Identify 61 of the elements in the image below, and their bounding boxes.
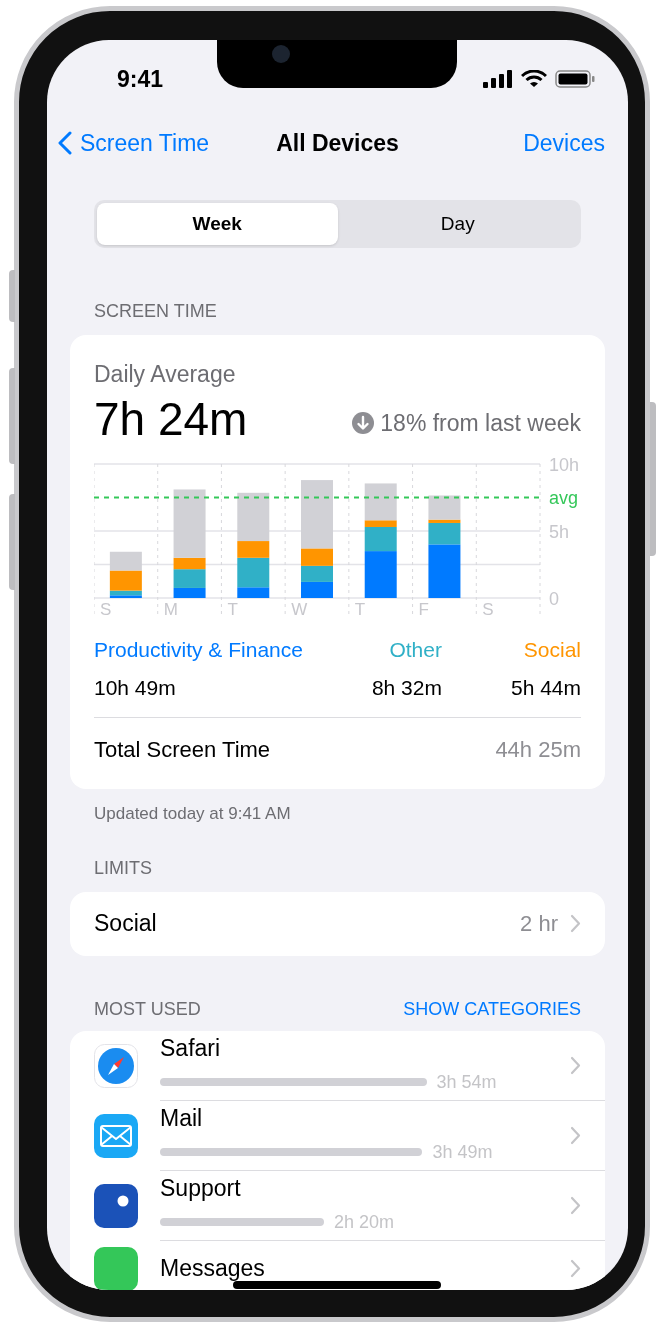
legend-label: Productivity & Finance [94, 637, 303, 663]
legend-value: 10h 49m [94, 674, 176, 701]
app-row[interactable]: Mail 3h 49m [94, 1100, 605, 1171]
devices-button[interactable]: Devices [523, 125, 617, 161]
bar-segment [109, 551, 142, 571]
section-header: SCREEN TIME [94, 300, 217, 323]
legend-label: Social [523, 637, 581, 663]
battery-icon [555, 70, 595, 88]
signal-icon [483, 70, 513, 88]
chevron-icon [570, 914, 581, 933]
y-axis-label: 10h [549, 456, 580, 475]
daily-average-value: 7h 24m [94, 396, 248, 442]
usage-time: 2h 20m [334, 1210, 395, 1234]
day-label: F [418, 600, 429, 616]
usage-time: 3h 54m [436, 1070, 497, 1094]
limit-value: 2 hr [520, 910, 558, 938]
limit-row[interactable]: Social 2 hr [94, 891, 581, 956]
updated-text: Updated today at 9:41 AM [94, 804, 291, 823]
chevron-icon [570, 1195, 581, 1215]
app-name: Safari [160, 1034, 222, 1063]
app-name: Mail [160, 1104, 204, 1133]
chevron-icon [570, 1055, 581, 1075]
status-time: 9:41 [117, 64, 164, 94]
app-name: Support [160, 1174, 242, 1203]
back-chevron-icon [58, 131, 72, 155]
envelope-app-icon [94, 1113, 138, 1158]
nav-title: All Devices [276, 128, 399, 158]
day-label: W [291, 600, 308, 616]
legend-value: 5h 44m [510, 674, 581, 701]
limit-label: Social [94, 909, 157, 939]
day-label: M [163, 600, 178, 616]
compass-app-icon [94, 1043, 138, 1088]
legend-value: 8h 32m [371, 674, 442, 701]
y-axis-label: 0 [549, 589, 559, 609]
chevron-icon [570, 1259, 581, 1278]
section-header: MOST USED [94, 997, 201, 1021]
app-row[interactable]: Support 2h 20m [94, 1170, 605, 1241]
average-label: avg [549, 487, 579, 508]
app-row[interactable]: Safari 3h 54m [94, 1030, 605, 1101]
day-label: S [482, 600, 494, 616]
y-axis-label: 5h [549, 522, 570, 542]
day-label: T [227, 600, 238, 616]
change-text: 18% from last week [380, 408, 581, 438]
daily-average-label: Daily Average [94, 363, 237, 386]
app-name: Messages [160, 1254, 266, 1283]
messages-app-icon [94, 1246, 138, 1290]
show-categories-link[interactable]: SHOW CATEGORIES [403, 995, 581, 1023]
day-label: T [354, 600, 366, 616]
section-header: LIMITS [94, 856, 152, 880]
usage-time: 3h 49m [432, 1140, 493, 1164]
support-app-icon [94, 1183, 138, 1228]
segment-tab[interactable]: Week [97, 203, 338, 245]
app-row[interactable]: Messages [94, 1240, 605, 1290]
segment-tab[interactable]: Day [337, 203, 578, 245]
legend-label: Other [389, 637, 442, 663]
chevron-icon [570, 1125, 581, 1145]
total-label: Total Screen Time [94, 736, 271, 764]
total-value: 44h 25m [495, 736, 581, 764]
day-label: S [100, 600, 112, 616]
back-button[interactable]: Screen Time [58, 125, 210, 161]
wifi-icon [521, 70, 547, 88]
